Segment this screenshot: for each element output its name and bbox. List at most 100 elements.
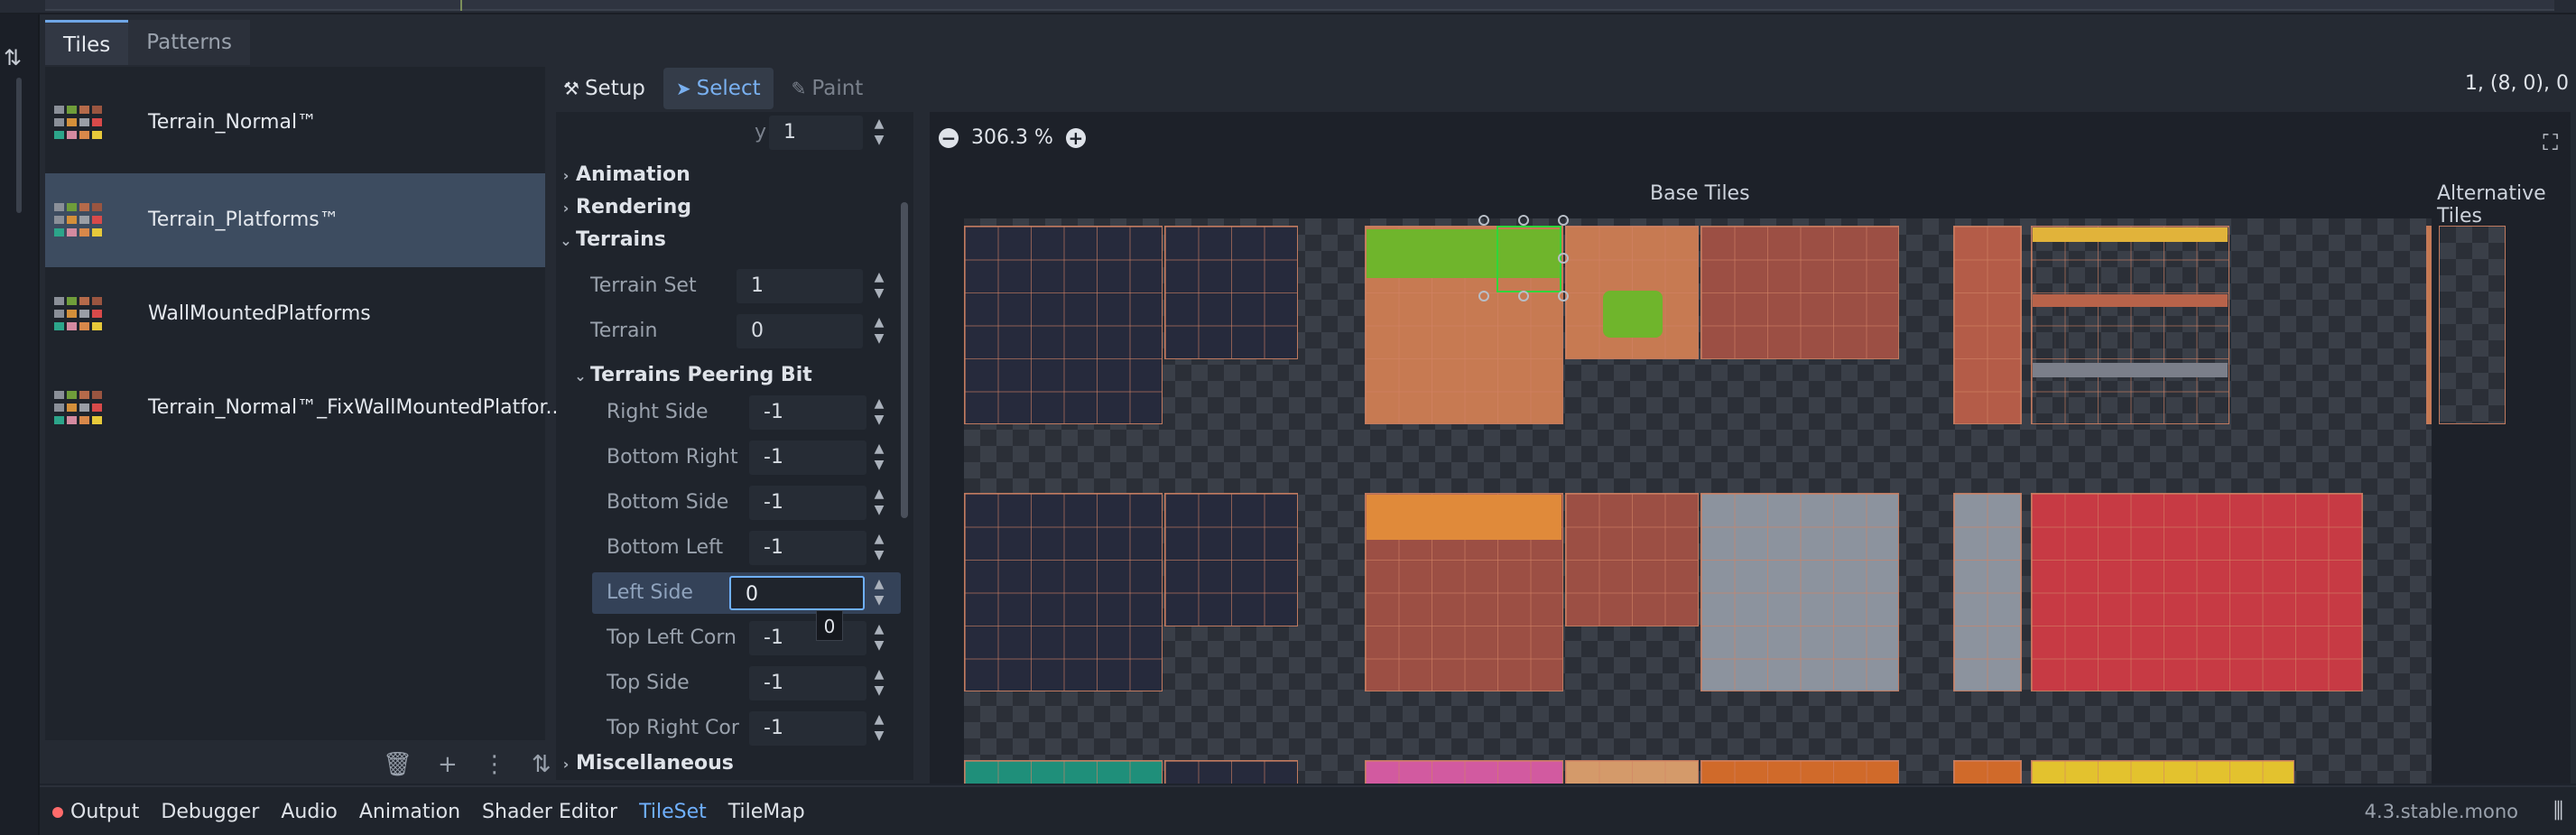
miscellaneous-section[interactable]: › Miscellaneous bbox=[556, 747, 899, 780]
selection-handle[interactable] bbox=[1518, 215, 1529, 226]
shader-editor-tab[interactable]: Shader Editor bbox=[482, 801, 617, 823]
yellow-tiles[interactable] bbox=[2031, 760, 2294, 784]
trash-icon[interactable]: 🗑 bbox=[383, 751, 412, 778]
select-button[interactable]: ➤ Select bbox=[663, 68, 774, 109]
terrain-field[interactable]: 0 bbox=[737, 314, 863, 348]
tilemap-tab[interactable]: TileMap bbox=[728, 801, 805, 823]
setup-button[interactable]: ⚒ Setup bbox=[551, 68, 658, 109]
wood-small-tiles[interactable] bbox=[1164, 493, 1298, 626]
peering-row: Bottom Side -1 ▲ ▼ bbox=[556, 482, 899, 524]
sand-tiles[interactable] bbox=[1565, 760, 1699, 784]
rendering-section[interactable]: › Rendering bbox=[556, 191, 899, 224]
orange-column-tile[interactable] bbox=[1953, 760, 2022, 784]
source-thumbnail bbox=[54, 106, 132, 142]
selection-handle[interactable] bbox=[1558, 253, 1569, 264]
metal-column-tile[interactable] bbox=[1953, 493, 2022, 691]
source-item[interactable]: Terrain_Platforms™ bbox=[45, 173, 545, 267]
kebab-menu-icon[interactable]: ⋮ bbox=[483, 751, 506, 778]
source-name: WallMountedPlatforms bbox=[148, 302, 371, 325]
spin-arrows-icon[interactable]: ▲ ▼ bbox=[868, 621, 890, 655]
debugger-tab[interactable]: Debugger bbox=[161, 801, 259, 823]
source-item[interactable]: WallMountedPlatforms bbox=[45, 267, 545, 361]
animation-section[interactable]: › Animation bbox=[556, 159, 899, 191]
source-name: Terrain_Platforms™ bbox=[148, 209, 339, 231]
spin-arrows-icon[interactable]: ▲ ▼ bbox=[868, 531, 890, 565]
source-thumbnail bbox=[54, 297, 132, 333]
tab-tiles[interactable]: Tiles bbox=[45, 20, 129, 65]
atlas-view[interactable]: − 306.3 % + ⛶ Base Tiles Alternative Til… bbox=[930, 112, 2571, 784]
paint-button[interactable]: ✎ Paint bbox=[779, 68, 876, 109]
chevron-right-icon: › bbox=[562, 199, 570, 217]
selection-handle[interactable] bbox=[1478, 215, 1489, 226]
selection-handle[interactable] bbox=[1478, 291, 1489, 302]
alternative-tiles-column[interactable] bbox=[2439, 226, 2506, 424]
platform-wood bbox=[2033, 294, 2228, 307]
teal-tiles[interactable] bbox=[964, 760, 1163, 784]
alternative-tiles-header: Alternative Tiles bbox=[2437, 182, 2546, 227]
add-icon[interactable]: + bbox=[438, 751, 458, 778]
terrain-row: Terrain 0 ▲ ▼ bbox=[556, 311, 899, 352]
spin-arrows-icon[interactable]: ▲ ▼ bbox=[868, 576, 890, 610]
stone-small-tiles[interactable] bbox=[1164, 226, 1298, 359]
atlas-texture[interactable] bbox=[964, 215, 2432, 784]
sort-icon[interactable]: ⇅ bbox=[532, 751, 551, 778]
platform-chain bbox=[2033, 363, 2228, 377]
value-tooltip: 0 bbox=[816, 610, 843, 641]
chevron-right-icon: › bbox=[562, 167, 570, 184]
spin-arrows-icon[interactable]: ▲ ▼ bbox=[868, 666, 890, 700]
terrains-section[interactable]: ⌄ Terrains bbox=[556, 224, 899, 256]
stone-block-tiles[interactable] bbox=[964, 226, 1163, 424]
roof-tiles[interactable] bbox=[1700, 226, 1899, 359]
zoom-controls: − 306.3 % + bbox=[939, 126, 1086, 149]
engine-version: 4.3.stable.mono bbox=[2364, 801, 2518, 822]
pink-tiles[interactable] bbox=[1365, 760, 1563, 784]
terrain-selection-box[interactable] bbox=[1496, 226, 1561, 292]
panel-layout-icon[interactable]: ⫼ bbox=[2553, 798, 2563, 823]
dock-scrollbar[interactable] bbox=[16, 78, 22, 213]
orange-small-tiles[interactable] bbox=[1565, 493, 1699, 626]
peering-row: Bottom Right -1 ▲ ▼ bbox=[556, 437, 899, 478]
output-tab[interactable]: Output bbox=[52, 801, 139, 823]
audio-tab[interactable]: Audio bbox=[281, 801, 338, 823]
metal-tiles[interactable] bbox=[1700, 493, 1899, 691]
mode-toolbar: ⚒ Setup ➤ Select ✎ Paint bbox=[551, 67, 876, 110]
spin-arrows-icon[interactable]: ▲ ▼ bbox=[868, 711, 890, 746]
source-item[interactable]: Terrain_Normal™ bbox=[45, 76, 545, 170]
red-brick-tiles[interactable] bbox=[2031, 493, 2363, 691]
tileset-tab[interactable]: TileSet bbox=[639, 801, 707, 823]
center-view-icon[interactable]: ⛶ bbox=[2543, 130, 2558, 155]
sort-icon[interactable]: ⇅ bbox=[4, 45, 22, 70]
orange-box-tiles[interactable] bbox=[1700, 760, 1899, 784]
selection-handle[interactable] bbox=[1558, 215, 1569, 226]
left-side-field[interactable]: 0 bbox=[729, 576, 865, 610]
spin-arrows-icon[interactable]: ▲ ▼ bbox=[868, 395, 890, 430]
selection-handle[interactable] bbox=[1558, 291, 1569, 302]
chevron-down-icon: ⌄ bbox=[560, 232, 572, 249]
spin-arrows-icon[interactable]: ▲ ▼ bbox=[868, 441, 890, 475]
bottom-panel-bar: Output Debugger Audio Animation Shader E… bbox=[40, 785, 2576, 835]
wood-frame-tiles[interactable] bbox=[964, 493, 1163, 691]
cursor-icon: ➤ bbox=[675, 78, 691, 99]
base-tiles-header: Base Tiles bbox=[1650, 182, 1750, 205]
spin-arrows-icon[interactable]: ▲ ▼ bbox=[868, 116, 890, 150]
spin-arrows-icon[interactable]: ▲ ▼ bbox=[868, 314, 890, 348]
tab-patterns[interactable]: Patterns bbox=[128, 20, 250, 65]
source-name: Terrain_Normal™ bbox=[148, 111, 318, 134]
roof-column-tile[interactable] bbox=[1953, 226, 2022, 424]
platform-tiles[interactable] bbox=[2031, 226, 2229, 424]
zoom-in-icon[interactable]: + bbox=[1065, 127, 1086, 148]
y-field[interactable]: 1 bbox=[769, 116, 863, 150]
alternative-tiles-strip[interactable] bbox=[2426, 226, 2432, 424]
peering-row: Right Side -1 ▲ ▼ bbox=[556, 392, 899, 433]
teal-small-tiles[interactable] bbox=[1164, 760, 1298, 784]
chevron-down-icon: ⌄ bbox=[574, 367, 587, 385]
spin-arrows-icon[interactable]: ▲ ▼ bbox=[868, 269, 890, 303]
zoom-out-icon[interactable]: − bbox=[939, 127, 959, 148]
spin-arrows-icon[interactable]: ▲ ▼ bbox=[868, 486, 890, 520]
tile-source-list: Terrain_Normal™ Terrain_Platforms™ WallM… bbox=[45, 67, 564, 740]
animation-tab[interactable]: Animation bbox=[359, 801, 460, 823]
source-item[interactable]: Terrain_Normal™_FixWallMountedPlatfor... bbox=[45, 361, 564, 455]
peering-bit-section[interactable]: ⌄ Terrains Peering Bit bbox=[570, 359, 913, 392]
selection-handle[interactable] bbox=[1518, 291, 1529, 302]
terrain-set-field[interactable]: 1 bbox=[737, 269, 863, 303]
